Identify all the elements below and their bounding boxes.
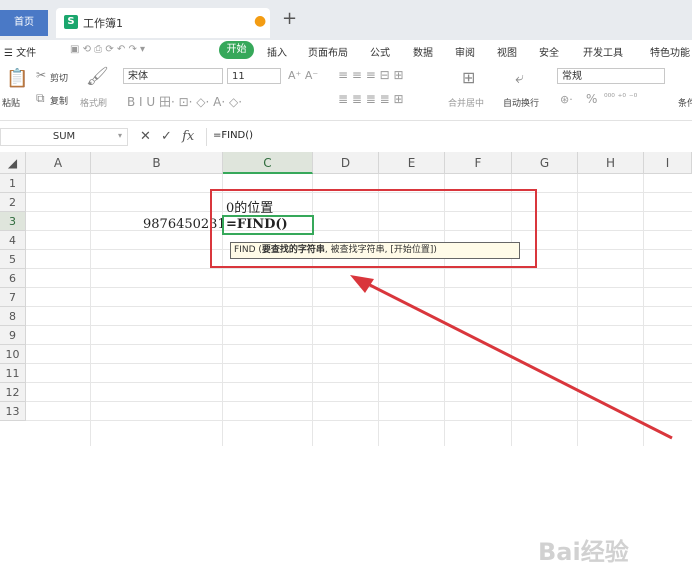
arrow-head bbox=[350, 275, 374, 293]
new-tab-button[interactable]: + bbox=[282, 8, 297, 29]
format-painter-icon[interactable]: 🖌 bbox=[86, 66, 109, 87]
name-box[interactable]: SUM bbox=[0, 128, 128, 146]
menu-bar: ☰ 文件 ▣ ⟲ ⎙ ⟳ ↶ ↷ ▾ 开始 插入 页面布局 公式 数据 审阅 视… bbox=[0, 40, 692, 62]
format-painter-button[interactable]: 格式刷 bbox=[80, 96, 107, 109]
font-size-select[interactable]: 11 bbox=[227, 68, 281, 84]
paste-icon[interactable]: 📋 bbox=[6, 68, 28, 89]
tab-formula[interactable]: 公式 bbox=[370, 44, 390, 59]
font-grow-shrink-icon[interactable]: A⁺ A⁻ bbox=[288, 69, 318, 82]
align-top-icons[interactable]: ≡ ≡ ≡ ⊟ ⊞ bbox=[338, 68, 404, 82]
formula-bar: SUM ▾ ✕ ✓ fx =FIND() bbox=[0, 126, 692, 148]
tab-review[interactable]: 审阅 bbox=[455, 44, 475, 59]
font-style-icons[interactable]: B I U 田· ⊡· ◇· A· ◇· bbox=[127, 93, 242, 110]
home-tab[interactable]: 首页 bbox=[0, 10, 48, 36]
workbook-tab[interactable]: S 工作簿1 ● bbox=[56, 8, 270, 38]
title-bar: 首页 S 工作簿1 ● + bbox=[0, 0, 692, 40]
percent-button[interactable]: % bbox=[586, 92, 597, 106]
cut-button[interactable]: 剪切 bbox=[50, 71, 68, 84]
merge-icon[interactable]: ⊞ bbox=[462, 68, 475, 87]
paste-label[interactable]: 粘贴 bbox=[2, 96, 20, 109]
ribbon: 📋 粘贴 ✂ 剪切 ⧉ 复制 🖌 格式刷 宋体 11 A⁺ A⁻ B I U 田… bbox=[0, 62, 692, 121]
tab-view[interactable]: 视图 bbox=[497, 44, 517, 59]
unsaved-dot-icon: ● bbox=[254, 13, 267, 29]
font-name-select[interactable]: 宋体 bbox=[123, 68, 223, 84]
annotation-arrow bbox=[350, 275, 673, 440]
wrap-text-icon[interactable]: ⤶ bbox=[515, 68, 524, 88]
file-menu[interactable]: ☰ 文件 bbox=[4, 44, 36, 59]
watermark: Bai经验 bbox=[538, 538, 629, 566]
tab-page-layout[interactable]: 页面布局 bbox=[308, 44, 348, 59]
formula-input[interactable]: =FIND() bbox=[213, 130, 253, 141]
confirm-icon[interactable]: ✓ bbox=[161, 129, 172, 144]
spreadsheet-grid: ◢ A B C D E F G H I 1 2 3 4 5 6 7 8 9 10… bbox=[0, 152, 692, 566]
workbook-name: 工作簿1 bbox=[83, 17, 123, 30]
currency-icon[interactable]: ⊛· bbox=[560, 93, 573, 106]
merge-center-button[interactable]: 合并居中 bbox=[448, 96, 484, 109]
tab-special[interactable]: 特色功能 bbox=[650, 44, 690, 59]
cancel-icon[interactable]: ✕ bbox=[140, 129, 151, 144]
decimal-icons[interactable]: ⁰⁰⁰ ⁺⁰ ⁻⁰ bbox=[604, 93, 637, 103]
tab-data[interactable]: 数据 bbox=[413, 44, 433, 59]
copy-icon[interactable]: ⧉ bbox=[36, 91, 45, 106]
spreadsheet-icon: S bbox=[64, 15, 78, 29]
align-horizontal-icons[interactable]: ≣ ≣ ≣ ≣ ⊞ bbox=[338, 92, 404, 106]
scissors-icon[interactable]: ✂ bbox=[36, 68, 46, 82]
quick-access-icons[interactable]: ▣ ⟲ ⎙ ⟳ ↶ ↷ ▾ bbox=[70, 44, 145, 55]
conditional-format-button[interactable]: 条件 bbox=[678, 96, 692, 109]
tab-insert[interactable]: 插入 bbox=[267, 44, 287, 59]
name-box-dropdown-icon[interactable]: ▾ bbox=[118, 131, 122, 140]
divider bbox=[206, 128, 207, 146]
wrap-text-button[interactable]: 自动换行 bbox=[503, 96, 539, 109]
insert-function-icon[interactable]: fx bbox=[182, 129, 194, 144]
formula-controls: ✕ ✓ fx bbox=[140, 129, 194, 144]
number-format-select[interactable]: 常规 bbox=[557, 68, 665, 84]
copy-button[interactable]: 复制 bbox=[50, 94, 68, 107]
arrow-line bbox=[359, 278, 673, 440]
tab-security[interactable]: 安全 bbox=[539, 44, 559, 59]
tab-developer[interactable]: 开发工具 bbox=[583, 44, 623, 59]
tab-start[interactable]: 开始 bbox=[219, 41, 254, 59]
